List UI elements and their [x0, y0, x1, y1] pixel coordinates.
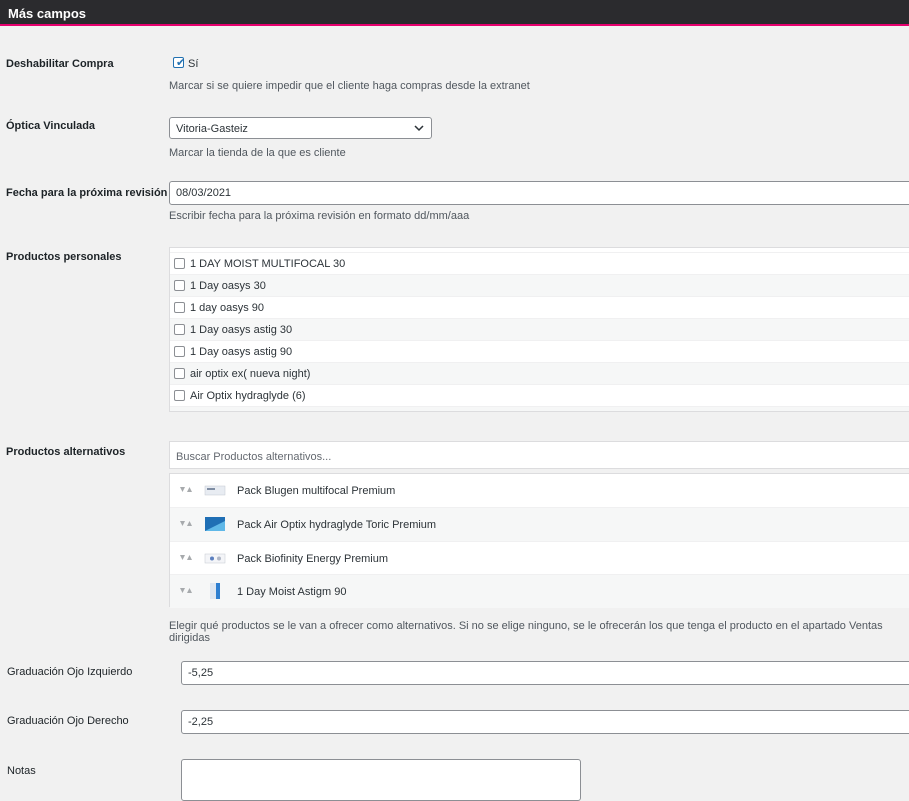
disable-purchase-checkbox-label[interactable]: Sí	[188, 58, 198, 70]
sort-arrows-icon[interactable]	[180, 554, 194, 562]
notes-textarea[interactable]	[181, 759, 581, 801]
left-eye-label: Graduación Ojo Izquierdo	[7, 666, 133, 678]
product-label: 1 Day oasys 30	[190, 280, 266, 292]
right-eye-label: Graduación Ojo Derecho	[7, 715, 129, 727]
personal-products-list[interactable]: 1 DAY MOIST MULTIFOCAL 30 1 Day oasys 30…	[169, 247, 909, 412]
alternative-product-name: Pack Blugen multifocal Premium	[237, 485, 396, 497]
product-thumbnail-icon	[205, 517, 225, 531]
alternative-products-search[interactable]: Buscar Productos alternativos...	[169, 441, 909, 469]
product-label: 1 day oasys 90	[190, 302, 264, 314]
product-checkbox[interactable]	[174, 324, 185, 335]
section-header: Más campos	[0, 0, 909, 26]
alternative-product-name: Pack Biofinity Energy Premium	[237, 553, 388, 565]
notes-label: Notas	[7, 765, 36, 777]
personal-products-label: Productos personales	[6, 251, 122, 263]
next-review-label: Fecha para la próxima revisión	[6, 187, 168, 199]
product-label: Air Optix hydraglyde (6)	[190, 390, 306, 402]
product-label: 1 Day oasys astig 90	[190, 346, 293, 358]
table-row[interactable]: Pack Blugen multifocal Premium	[170, 474, 909, 508]
sort-arrows-icon[interactable]	[180, 520, 194, 528]
product-checkbox[interactable]	[174, 280, 185, 291]
alternative-products-list: Pack Blugen multifocal Premium Pack Air …	[169, 473, 909, 608]
table-row[interactable]: Pack Biofinity Energy Premium	[170, 541, 909, 575]
chevron-down-icon	[414, 125, 424, 132]
right-eye-input[interactable]	[181, 710, 909, 734]
product-checkbox[interactable]	[174, 368, 185, 379]
product-thumbnail-icon	[204, 485, 226, 496]
alternative-product-name: 1 Day Moist Astigm 90	[237, 586, 347, 598]
alternative-products-description: Elegir qué productos se le van a ofrecer…	[169, 620, 883, 644]
disable-purchase-label: Deshabilitar Compra	[6, 58, 114, 70]
linked-optics-label: Óptica Vinculada	[6, 120, 96, 132]
list-item[interactable]: 1 Day oasys astig 30	[170, 318, 909, 340]
next-review-description: Escribir fecha para la próxima revisión …	[169, 210, 470, 222]
table-row[interactable]: Pack Air Optix hydraglyde Toric Premium	[170, 507, 909, 541]
list-item[interactable]: air optix ex( nueva night)	[170, 362, 909, 384]
linked-optics-select[interactable]: Vitoria-Gasteiz	[169, 117, 432, 139]
disable-purchase-description: Marcar si se quiere impedir que el clien…	[169, 80, 530, 92]
search-placeholder: Buscar Productos alternativos...	[176, 451, 332, 463]
table-row[interactable]: 1 Day Moist Astigm 90	[170, 574, 909, 608]
alternative-products-label: Productos alternativos	[6, 446, 126, 458]
list-item[interactable]: 1 DAY MOIST MULTIFOCAL 30	[170, 252, 909, 274]
product-checkbox[interactable]	[174, 390, 185, 401]
linked-optics-selected-value: Vitoria-Gasteiz	[176, 123, 248, 135]
list-item[interactable]: 1 day oasys 90	[170, 296, 909, 318]
next-review-input[interactable]	[169, 181, 909, 205]
product-checkbox[interactable]	[174, 346, 185, 357]
product-checkbox[interactable]	[174, 302, 185, 313]
list-item[interactable]: 1 Day oasys 30	[170, 274, 909, 296]
sort-arrows-icon[interactable]	[180, 587, 194, 595]
product-label: air optix ex( nueva night)	[190, 368, 311, 380]
product-label: 1 Day oasys astig 30	[190, 324, 293, 336]
left-eye-input[interactable]	[181, 661, 909, 685]
list-item[interactable]: 1 Day oasys astig 90	[170, 340, 909, 362]
list-item-partial[interactable]	[170, 406, 909, 411]
product-label: 1 DAY MOIST MULTIFOCAL 30	[190, 258, 346, 270]
section-title: Más campos	[8, 6, 87, 21]
list-item[interactable]: Air Optix hydraglyde (6)	[170, 384, 909, 406]
alternative-product-name: Pack Air Optix hydraglyde Toric Premium	[237, 519, 437, 531]
checkmark-icon: ✔	[176, 57, 186, 69]
linked-optics-description: Marcar la tienda de la que es cliente	[169, 147, 346, 159]
product-thumbnail-icon	[204, 553, 226, 564]
disable-purchase-checkbox[interactable]: ✔	[173, 57, 186, 69]
sort-arrows-icon[interactable]	[180, 486, 194, 494]
product-checkbox[interactable]	[174, 258, 185, 269]
product-thumbnail-icon	[210, 583, 220, 599]
